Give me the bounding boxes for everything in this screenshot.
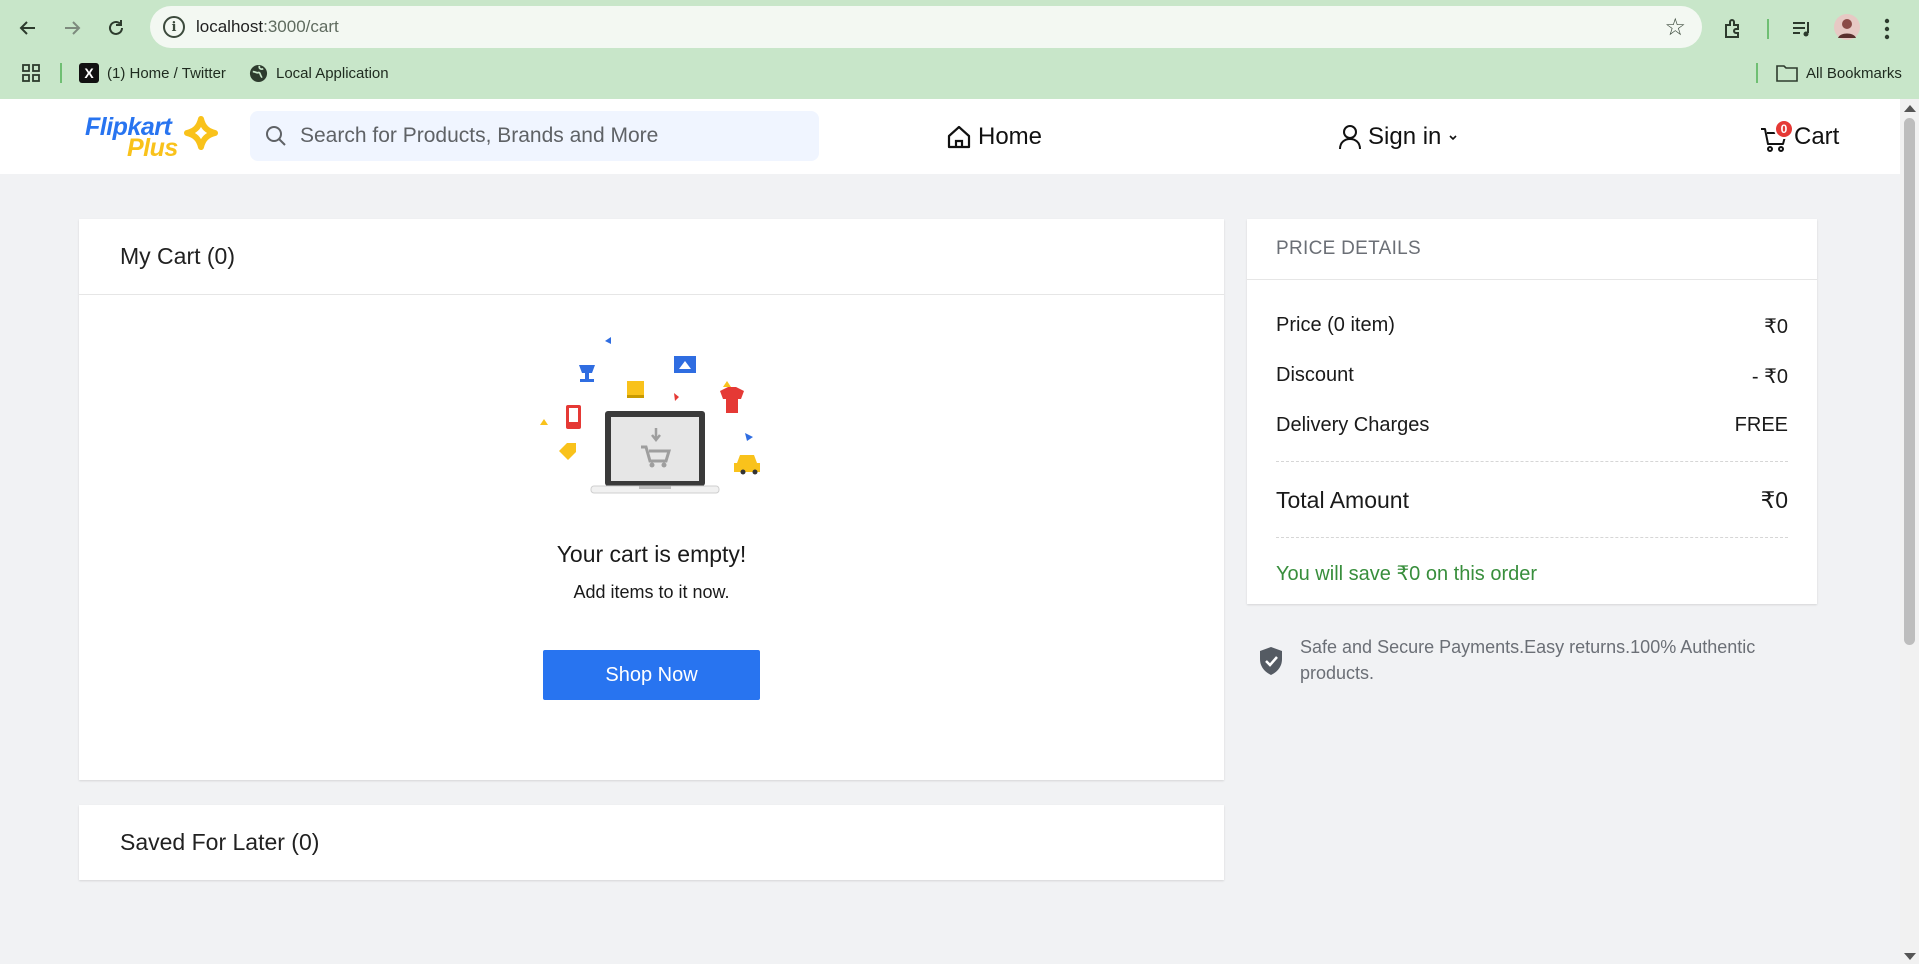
- divider: [1276, 461, 1788, 462]
- extensions-icon[interactable]: [1722, 16, 1746, 42]
- my-cart-title: My Cart (0): [79, 219, 1224, 295]
- total-row: Total Amount ₹0: [1276, 487, 1788, 514]
- site-info-icon[interactable]: i: [163, 16, 185, 38]
- profile-avatar[interactable]: [1834, 14, 1860, 40]
- delivery-value: FREE: [1734, 414, 1788, 436]
- all-bookmarks-label: All Bookmarks: [1806, 64, 1902, 82]
- total-label: Total Amount: [1276, 487, 1409, 513]
- flipkart-plus-logo[interactable]: Flipkart Plus: [85, 113, 225, 162]
- price-value: ₹0: [1764, 316, 1788, 338]
- toolbar-divider: [1767, 19, 1769, 39]
- home-link[interactable]: Home: [946, 99, 1042, 174]
- search-bar[interactable]: [250, 111, 819, 161]
- site-header: Flipkart Plus Home Sign in 0 Cart: [0, 99, 1900, 174]
- address-bar[interactable]: i localhost:3000/cart ☆: [150, 6, 1702, 48]
- signin-label: Sign in: [1368, 122, 1442, 150]
- chevron-down-icon: [1449, 134, 1457, 140]
- all-bookmarks[interactable]: All Bookmarks: [1776, 60, 1902, 86]
- divider: [1276, 537, 1788, 538]
- scroll-up-arrow[interactable]: [1904, 105, 1916, 112]
- url-text: localhost:3000/cart: [196, 17, 339, 36]
- browser-chrome: i localhost:3000/cart ☆ X (1) Home / Twi…: [0, 0, 1919, 99]
- cart-label: Cart: [1794, 122, 1840, 150]
- globe-icon: [249, 64, 268, 82]
- apps-grid-icon[interactable]: [22, 60, 40, 86]
- bookmark-star-icon[interactable]: ☆: [1664, 13, 1686, 42]
- secure-payments-note: Safe and Secure Payments.Easy returns.10…: [1258, 634, 1818, 686]
- home-label: Home: [978, 122, 1043, 150]
- discount-row: Discount - ₹0: [1276, 364, 1788, 389]
- empty-cart-illustration: [540, 337, 760, 494]
- forward-button[interactable]: [54, 10, 90, 46]
- back-arrow-icon: [19, 21, 35, 35]
- address-row: i localhost:3000/cart ☆: [0, 6, 1919, 48]
- price-details-card: PRICE DETAILS Price (0 item) ₹0 Discount…: [1247, 219, 1817, 604]
- total-value: ₹0: [1760, 487, 1788, 513]
- reload-icon: [109, 20, 123, 35]
- back-button[interactable]: [10, 10, 46, 46]
- price-row: Price (0 item) ₹0: [1276, 314, 1788, 339]
- plus-logo-icon: [184, 116, 218, 150]
- price-details-heading: PRICE DETAILS: [1247, 219, 1817, 280]
- secure-payments-text: Safe and Secure Payments.Easy returns.10…: [1300, 637, 1756, 683]
- price-label: Price (0 item): [1276, 314, 1395, 336]
- forward-arrow-icon: [65, 21, 81, 35]
- delivery-row: Delivery Charges FREE: [1276, 414, 1788, 437]
- cart-link[interactable]: 0 Cart: [1760, 99, 1839, 174]
- scroll-thumb[interactable]: [1904, 118, 1915, 645]
- chrome-menu-icon[interactable]: [1884, 16, 1890, 42]
- reload-button[interactable]: [98, 10, 134, 46]
- bookmark-label: Local Application: [276, 64, 389, 82]
- cart-count-badge: 0: [1774, 119, 1794, 139]
- search-icon[interactable]: [264, 124, 288, 148]
- shop-now-button[interactable]: Shop Now: [543, 650, 760, 700]
- bookmark-divider: [60, 63, 62, 83]
- bookmark-label: (1) Home / Twitter: [107, 64, 226, 82]
- discount-label: Discount: [1276, 364, 1354, 386]
- saved-for-later-card[interactable]: Saved For Later (0): [79, 805, 1224, 880]
- discount-value: - ₹0: [1751, 366, 1788, 388]
- bookmark-divider: [1756, 63, 1758, 83]
- savings-text: You will save ₹0 on this order: [1276, 563, 1538, 585]
- folder-icon: [1776, 65, 1798, 82]
- user-icon: [1339, 124, 1361, 149]
- empty-cart-subtitle: Add items to it now.: [573, 582, 730, 602]
- x-logo-icon: X: [79, 63, 99, 83]
- shield-check-icon: [1260, 647, 1282, 675]
- search-input[interactable]: [300, 124, 800, 148]
- my-cart-card: My Cart (0) Your cart is empty! Add item…: [79, 219, 1224, 780]
- empty-cart-title: Your cart is empty!: [556, 541, 747, 567]
- cart-icon-wrap: 0: [1760, 99, 1794, 174]
- saved-for-later-title: Saved For Later (0): [120, 829, 320, 855]
- media-control-icon[interactable]: [1790, 16, 1814, 42]
- signin-dropdown[interactable]: Sign in: [1338, 99, 1459, 174]
- bookmark-twitter[interactable]: X (1) Home / Twitter: [79, 60, 226, 86]
- bookmark-local-application[interactable]: Local Application: [249, 60, 389, 86]
- delivery-label: Delivery Charges: [1276, 414, 1430, 436]
- page-scrollbar[interactable]: [1900, 99, 1919, 964]
- scroll-down-arrow[interactable]: [1904, 953, 1916, 960]
- bookmarks-bar: X (1) Home / Twitter Local Application A…: [0, 60, 1919, 86]
- home-icon: [947, 125, 971, 148]
